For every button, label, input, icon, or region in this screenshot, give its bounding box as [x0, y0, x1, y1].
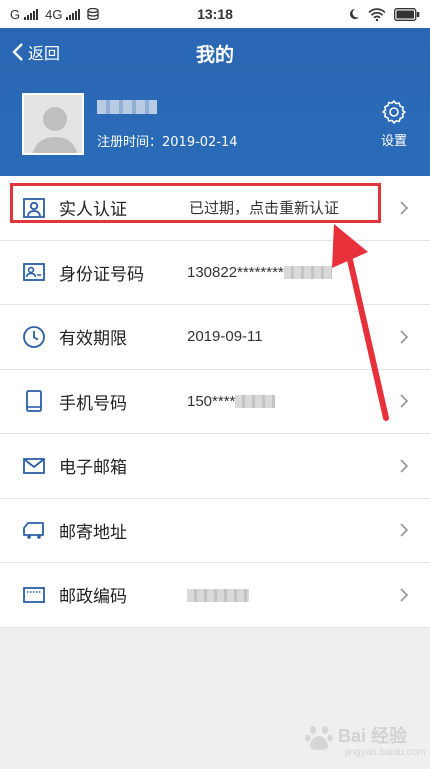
list-item-value: 150****: [187, 393, 276, 410]
username-masked: [97, 100, 157, 114]
face-id-icon: [23, 197, 45, 218]
phone-icon: [26, 390, 42, 413]
chevron-right-icon: [400, 523, 409, 537]
list-item-value: 130822********: [187, 264, 332, 281]
list-item-value: [187, 586, 249, 603]
status-bar: G 4G 13:18: [0, 0, 430, 28]
list-item-real-person-auth[interactable]: 实人认证 已过期，点击重新认证: [0, 176, 430, 241]
list-item-label: 有效期限: [59, 329, 127, 350]
chevron-right-icon: [400, 201, 409, 215]
list-item-value: 已过期，点击重新认证: [189, 200, 340, 218]
postcode-icon: [23, 586, 45, 603]
signal-icon-2: [66, 8, 81, 20]
gear-icon: [382, 100, 406, 124]
masked-text: [187, 588, 249, 602]
watermark-text: Bai 经验: [338, 726, 408, 746]
list-item-label: 手机号码: [59, 393, 127, 414]
chevron-right-icon: [400, 588, 409, 602]
wifi-icon: [368, 7, 386, 21]
chevron-right-icon: [400, 459, 409, 473]
list-item-label: 身份证号码: [59, 264, 144, 285]
moon-icon: [350, 9, 359, 19]
list-item-label: 邮寄地址: [59, 522, 127, 543]
battery-icon: [394, 7, 420, 21]
list-item-phone[interactable]: 手机号码 150****: [0, 369, 430, 434]
network-type-1: G: [10, 6, 21, 22]
settings-button[interactable]: 设置: [376, 98, 412, 149]
chevron-right-icon: [400, 330, 409, 344]
paw-icon: [305, 726, 333, 750]
list-item-value: 2019-09-11: [187, 328, 263, 346]
masked-text: [235, 395, 276, 409]
settings-label: 设置: [380, 134, 407, 149]
list-item-expiry[interactable]: 有效期限 2019-09-11: [0, 305, 430, 370]
profile-list: 实人认证 已过期，点击重新认证 身份证号码 130822******** 有效期…: [0, 176, 430, 628]
profile-header: 返回 我的 注册时间：2019-02-14 设置: [0, 28, 430, 176]
mail-icon: [23, 457, 45, 474]
id-card-icon: [23, 263, 45, 282]
avatar[interactable]: [22, 93, 84, 155]
list-item-email[interactable]: 电子邮箱: [0, 434, 430, 499]
masked-text: [283, 266, 332, 280]
list-item-mailing-address[interactable]: 邮寄地址: [0, 498, 430, 563]
list-item-label: 实人认证: [59, 200, 127, 221]
network-type-2: 4G: [45, 6, 63, 22]
chevron-left-icon: [12, 43, 23, 61]
back-label: 返回: [28, 44, 61, 63]
watermark-url: jingyan.baidu.com: [345, 747, 426, 758]
clock-icon: [23, 325, 45, 348]
truck-icon: [23, 522, 44, 540]
list-item-label: 电子邮箱: [59, 458, 127, 479]
user-silhouette-icon: [24, 95, 82, 153]
signal-icon: [24, 8, 39, 20]
register-date: 注册时间：2019-02-14: [97, 135, 238, 150]
list-item-postcode[interactable]: 邮政编码: [0, 563, 430, 628]
database-icon: [87, 8, 100, 20]
watermark: Bai 经验 jingyan.baidu.com: [300, 722, 426, 762]
chevron-right-icon: [400, 394, 409, 408]
back-button[interactable]: 返回: [12, 40, 60, 64]
list-item-id-number[interactable]: 身份证号码 130822********: [0, 240, 430, 305]
page-title: 我的: [195, 44, 234, 66]
list-item-label: 邮政编码: [59, 587, 127, 608]
